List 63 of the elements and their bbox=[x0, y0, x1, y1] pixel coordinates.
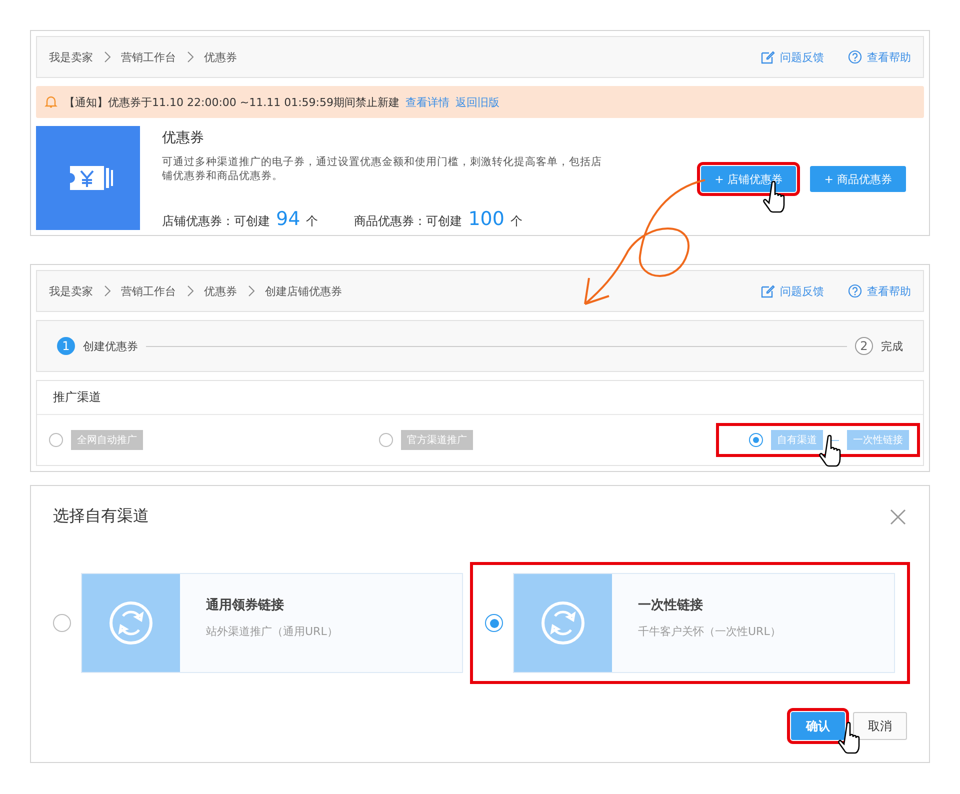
breadcrumb-item[interactable]: 优惠券 bbox=[204, 50, 237, 64]
step-label: 创建优惠券 bbox=[83, 338, 138, 354]
notice-link[interactable]: 返回旧版 bbox=[456, 94, 500, 110]
cancel-button[interactable]: 取消 bbox=[853, 712, 907, 740]
step-label: 完成 bbox=[881, 338, 903, 354]
breadcrumb-item[interactable]: 营销工作台 bbox=[121, 50, 176, 64]
section-title: 推广渠道 bbox=[37, 381, 923, 415]
link-label[interactable]: 问题反馈 bbox=[780, 50, 824, 64]
channel-card[interactable]: 通用领券链接 站外渠道推广（通用URL） bbox=[81, 573, 463, 673]
help-icon bbox=[848, 50, 862, 64]
chevron-icon bbox=[186, 285, 194, 297]
breadcrumb-item[interactable]: 营销工作台 bbox=[121, 284, 176, 298]
radio-button[interactable] bbox=[49, 433, 63, 447]
chevron-icon bbox=[186, 51, 194, 63]
card-subtitle: 站外渠道推广（通用URL） bbox=[206, 624, 338, 639]
channel-card[interactable]: 一次性链接 千牛客户关怀（一次性URL） bbox=[513, 573, 895, 673]
link-type-tag: 一次性链接 bbox=[847, 430, 909, 450]
radio-button[interactable] bbox=[379, 433, 393, 447]
quota-count: 100 bbox=[468, 208, 504, 230]
close-icon[interactable] bbox=[889, 508, 907, 526]
card-title: 一次性链接 bbox=[638, 596, 704, 614]
header-link[interactable]: 问题反馈 bbox=[761, 284, 824, 298]
breadcrumb-item[interactable]: 创建店铺优惠券 bbox=[265, 284, 342, 298]
link-label[interactable]: 问题反馈 bbox=[780, 284, 824, 298]
notice-text: 【通知】优惠券于11.10 22:00:00 ~11.11 01:59:59期间禁止新建 bbox=[64, 94, 400, 110]
step-number: 1 bbox=[57, 337, 75, 355]
card-subtitle: 千牛客户关怀（一次性URL） bbox=[638, 624, 781, 639]
link-label[interactable]: 查看帮助 bbox=[867, 284, 911, 298]
create-coupon-button[interactable]: + 商品优惠券 bbox=[810, 166, 906, 192]
coupon-description: 可通过多种渠道推广的电子券，通过设置优惠金额和使用门槛，刺激转化提高客单，包括店铺优惠券和商品优惠券。 bbox=[162, 155, 602, 183]
refresh-icon bbox=[514, 574, 612, 672]
card-title: 通用领券链接 bbox=[206, 596, 285, 614]
breadcrumb-item[interactable]: 我是卖家 bbox=[49, 284, 93, 298]
help-icon bbox=[848, 284, 862, 298]
chevron-icon bbox=[247, 285, 255, 297]
channel-tag[interactable]: 自有渠道 bbox=[771, 430, 823, 450]
chevron-icon bbox=[103, 51, 111, 63]
breadcrumb-item[interactable]: 优惠券 bbox=[204, 284, 237, 298]
radio-button[interactable] bbox=[749, 433, 763, 447]
chevron-icon bbox=[103, 285, 111, 297]
coupon-icon bbox=[36, 126, 140, 230]
header-link[interactable]: 查看帮助 bbox=[848, 50, 911, 64]
quota-label: 店铺优惠券：可创建 bbox=[162, 213, 270, 230]
header-link[interactable]: 查看帮助 bbox=[848, 284, 911, 298]
channel-tag[interactable]: 官方渠道推广 bbox=[401, 430, 473, 450]
edit-icon bbox=[761, 50, 775, 64]
link-label[interactable]: 查看帮助 bbox=[867, 50, 911, 64]
notice-link[interactable]: 查看详情 bbox=[406, 94, 450, 110]
step-number: 2 bbox=[855, 337, 873, 355]
coupon-title: 优惠券 bbox=[162, 129, 205, 147]
edit-icon bbox=[761, 284, 775, 298]
breadcrumb-item[interactable]: 我是卖家 bbox=[49, 50, 93, 64]
quota-unit: 个 bbox=[510, 213, 522, 230]
channel-tag[interactable]: 全网自动推广 bbox=[71, 430, 143, 450]
dialog-title: 选择自有渠道 bbox=[53, 506, 149, 527]
quota-label: 商品优惠券：可创建 bbox=[354, 213, 462, 230]
radio-button[interactable] bbox=[53, 614, 71, 632]
quota-count: 94 bbox=[276, 208, 300, 230]
radio-button[interactable] bbox=[485, 614, 503, 632]
refresh-icon bbox=[82, 574, 180, 672]
quota-unit: 个 bbox=[306, 213, 318, 230]
header-link[interactable]: 问题反馈 bbox=[761, 50, 824, 64]
bell-icon bbox=[44, 95, 58, 109]
